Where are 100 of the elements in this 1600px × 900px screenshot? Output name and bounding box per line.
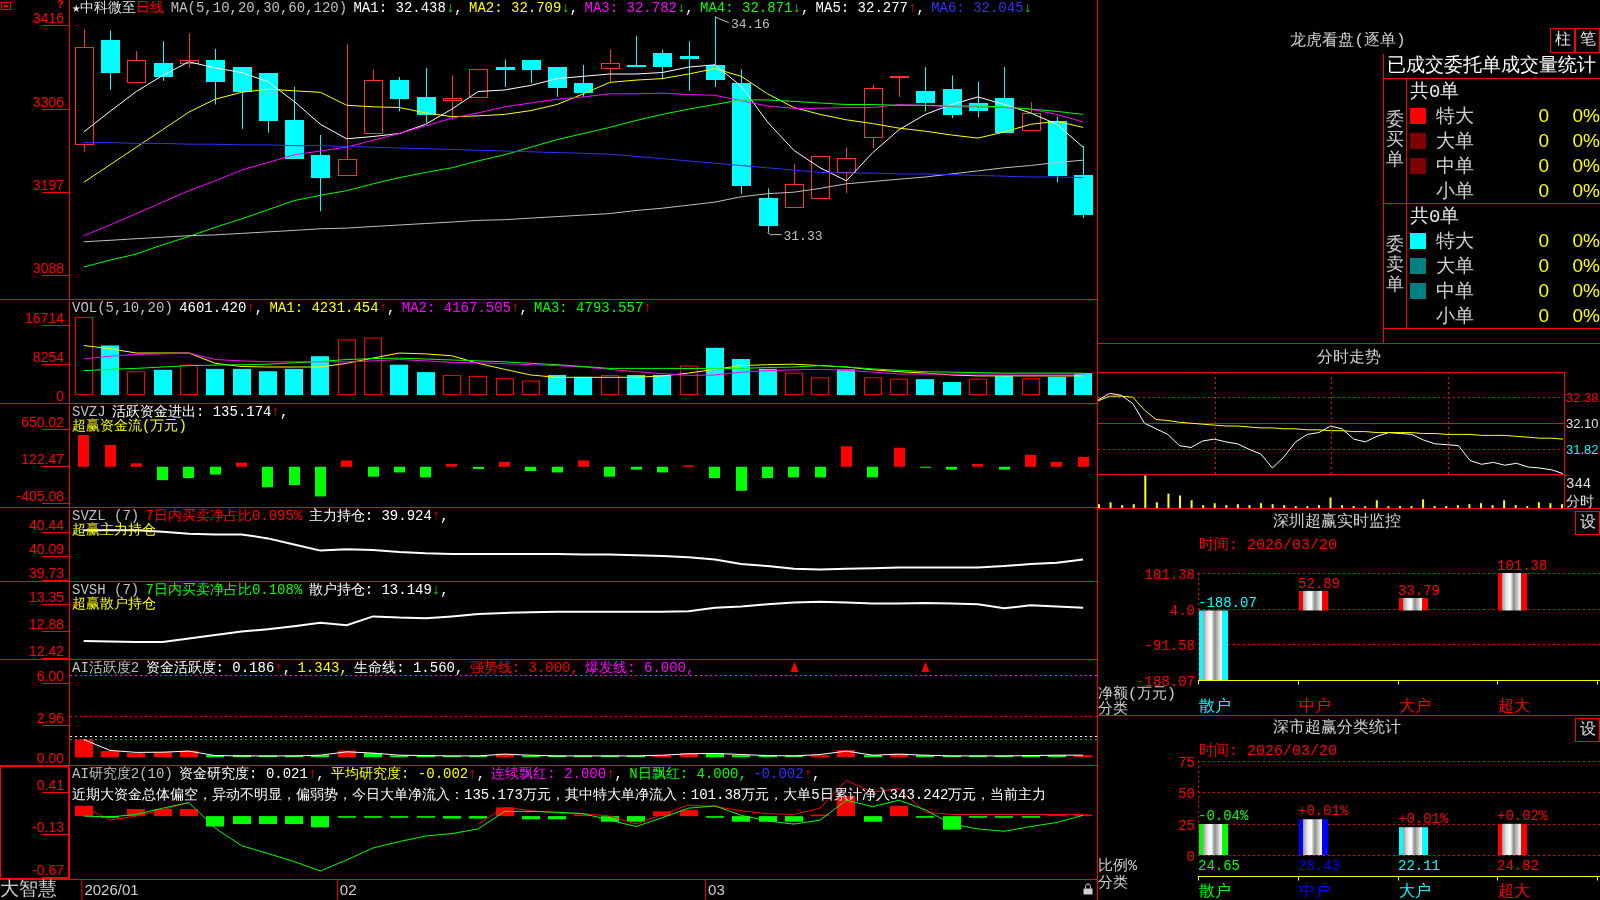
y-axis-label: 12.88 — [28, 616, 64, 633]
separator-text: , — [476, 766, 486, 782]
y-axis-label: 40.09 — [28, 540, 64, 557]
category-label: 中户 — [1299, 698, 1331, 715]
order-count: 0 — [1538, 279, 1549, 302]
indicator-value: N日飘红: 4.000, — [629, 766, 747, 782]
indicator-value: MA5: 32.277 — [815, 0, 908, 16]
y-axis-label: 39.73 — [28, 565, 64, 581]
y-axis-label: 3416 — [32, 9, 64, 26]
order-size-label: 大单 — [1436, 255, 1474, 279]
order-count: 0 — [1538, 255, 1549, 277]
date-label: 02 — [336, 880, 357, 900]
separator-text: , — [254, 300, 264, 316]
trend-arrow: ↑ — [511, 300, 520, 316]
order-share: 0% — [1572, 179, 1600, 202]
indicator-caption: 超赢资金流(万元) — [72, 419, 187, 434]
order-share: 0% — [1572, 130, 1600, 152]
order-count: 0 — [1538, 304, 1549, 327]
trend-arrow: ↑ — [271, 404, 280, 420]
y-axis-label: 3197 — [32, 176, 64, 193]
group-label: 委卖单 — [1386, 236, 1404, 296]
indicator-value: 4601.420 — [179, 300, 247, 316]
trend-arrow: ↑ — [274, 660, 283, 676]
y-axis-label: 122.47 — [21, 451, 64, 468]
separator-text: , — [440, 508, 449, 524]
bar-value-label: 52.89 — [1298, 575, 1340, 592]
separator-text: , — [316, 766, 325, 782]
trend-arrow: ↑ — [431, 508, 441, 524]
trend-arrow: ↓ — [561, 0, 570, 16]
trend-arrow: ↓ — [445, 0, 455, 16]
indicator-value: 7日内买卖净占比0.108% — [145, 582, 303, 598]
panel-title: 龙虎看盘(逐单) — [1289, 31, 1407, 52]
bar-value-label: 33.79 — [1398, 583, 1440, 599]
y-axis-label: 2.96 — [36, 709, 64, 726]
order-size-label: 大单 — [1436, 130, 1474, 154]
order-size-label: 小单 — [1436, 179, 1474, 204]
y-axis-label: -0.13 — [32, 819, 64, 836]
y-axis-label: -0.67 — [32, 862, 64, 879]
y-axis-label: 32.38 — [1566, 390, 1599, 406]
trend-arrow: ↑ — [643, 300, 652, 316]
separator-text: , — [279, 404, 289, 420]
separator-text: , — [519, 300, 528, 316]
trend-arrow: ↑ — [803, 766, 813, 782]
order-size-label: 小单 — [1436, 304, 1474, 329]
trend-arrow: ↓ — [676, 0, 686, 16]
indicator-name: VOL(5,10,20) — [72, 300, 173, 316]
indicator-name: AI活跃度2 — [72, 660, 140, 676]
y-axis-label: 16714 — [25, 309, 64, 326]
separator-text: , — [282, 660, 292, 676]
category-label: 大户 — [1399, 883, 1431, 900]
y-axis-label: 75 — [1178, 754, 1195, 771]
order-count: 0 — [1538, 179, 1549, 202]
y-axis-label: 32.10 — [1566, 416, 1599, 432]
category-label: 大户 — [1399, 698, 1431, 715]
trend-arrow: ↓ — [431, 582, 441, 598]
y-axis-label: 0.00 — [36, 750, 64, 765]
change-label: +0.01% — [1398, 811, 1449, 828]
indicator-value: 散户持仓: 13.149 — [308, 582, 432, 598]
y-axis-label: 40.44 — [28, 517, 64, 534]
order-share: 0% — [1572, 105, 1600, 128]
indicator-value: 连续飘红: 2.000 — [491, 766, 607, 782]
y-axis-label: 13.35 — [28, 589, 64, 605]
indicator-value: MA2: 32.709 — [469, 0, 562, 16]
separator-text: , — [800, 0, 810, 16]
indicator-value: MA2: 4167.505 — [401, 300, 511, 316]
axis-title: 比例% — [1098, 858, 1137, 875]
panel-title: 深圳超赢实时监控 — [1271, 512, 1402, 533]
order-size-label: 特大 — [1436, 105, 1474, 130]
separator-text: , — [685, 0, 694, 16]
bar-value-label: 24.65 — [1198, 858, 1240, 874]
separator-text: , — [812, 766, 821, 782]
group-label: 委买单 — [1386, 111, 1404, 171]
y-axis-label: -405.08 — [16, 488, 64, 505]
indicator-value: 资金活跃度: 0.186 — [145, 660, 275, 676]
trend-arrow: ↑ — [606, 766, 615, 782]
trend-arrow: ↓ — [1023, 0, 1032, 16]
indicator-value: 平均研究度: -0.002 — [331, 766, 469, 782]
indicator-value: MA3: 32.782 — [584, 0, 677, 16]
y-axis-label: 3088 — [32, 259, 64, 276]
category-label: 散户 — [1199, 698, 1231, 715]
trend-arrow: ↑ — [468, 766, 477, 782]
time-label: 时间: 2026/03/20 — [1199, 743, 1338, 760]
axis-title: 分类 — [1098, 875, 1128, 892]
indicator-value: 1.343, — [297, 660, 348, 676]
y-axis-label: 0.41 — [36, 776, 64, 793]
y-axis-label: 650.02 — [21, 413, 64, 430]
separator-text: , — [387, 300, 396, 316]
change-label: +0.01% — [1298, 803, 1349, 820]
order-count: 0 — [1538, 154, 1549, 177]
panel-title: 深市超赢分类统计 — [1271, 717, 1402, 739]
indicator-value: MA1: 32.438 — [353, 0, 446, 16]
indicator-value: MA3: 4793.557 — [534, 300, 644, 316]
trend-arrow: ↑ — [908, 0, 917, 16]
y-axis-label: 8254 — [32, 349, 64, 366]
trend-arrow: ↑ — [246, 300, 255, 316]
brand-name: 大智慧 — [0, 879, 57, 900]
indicator-value: 强势线: 3.000, — [469, 660, 579, 676]
bar-value-label: -188.07 — [1198, 595, 1257, 612]
indicator-caption: 超赢散户持仓 — [72, 597, 156, 612]
y-axis-label: 50 — [1178, 785, 1195, 802]
